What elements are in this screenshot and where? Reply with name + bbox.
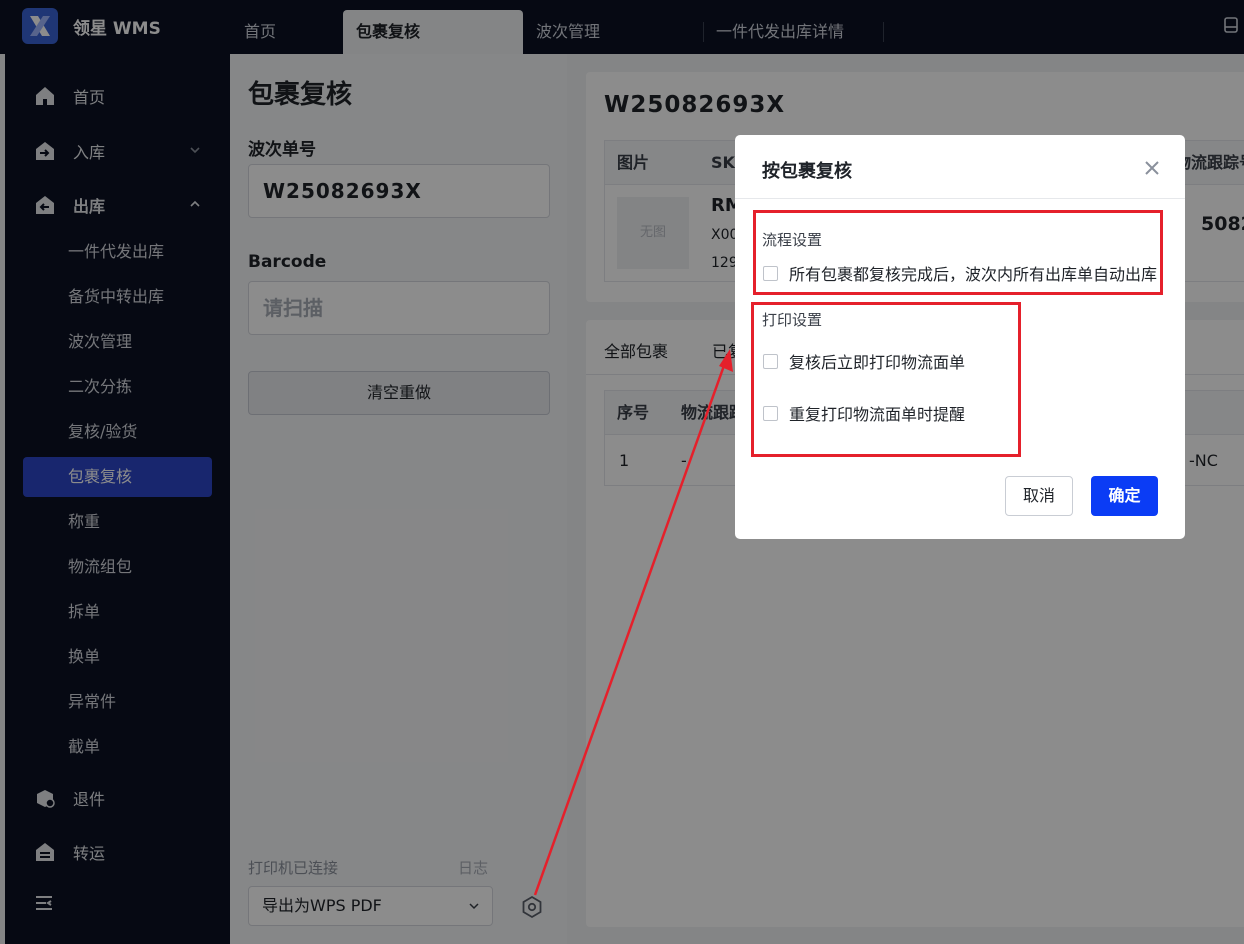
annotation-highlight-process — [753, 210, 1163, 295]
confirm-button[interactable]: 确定 — [1091, 476, 1158, 516]
close-icon[interactable] — [1143, 159, 1161, 177]
annotation-highlight-print — [751, 302, 1021, 457]
modal-divider — [735, 198, 1185, 199]
modal-title: 按包裹复核 — [762, 161, 852, 182]
cancel-button[interactable]: 取消 — [1005, 476, 1073, 516]
